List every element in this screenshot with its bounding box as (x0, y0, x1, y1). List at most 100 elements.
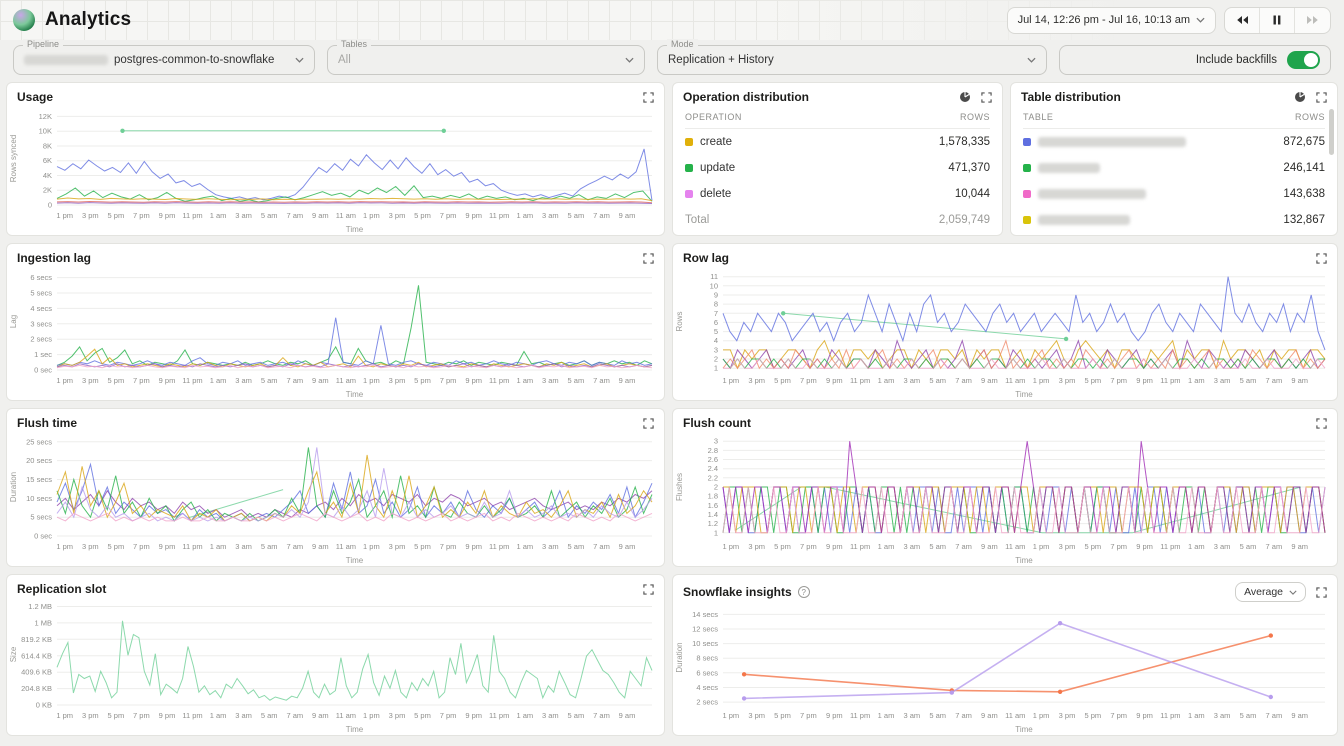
svg-text:3 am: 3 am (235, 211, 252, 220)
expand-icon[interactable] (1316, 92, 1327, 103)
column-header: TABLE (1023, 112, 1053, 122)
svg-text:11 pm: 11 pm (1160, 542, 1180, 551)
svg-text:3 pm: 3 pm (748, 542, 765, 551)
svg-text:7 am: 7 am (593, 376, 610, 385)
row-lag-panel: Row lag 12345678910111 pm3 pm5 pm7 pm9 p… (672, 243, 1338, 401)
svg-text:9 am: 9 am (1291, 542, 1308, 551)
series-color-swatch (685, 164, 693, 172)
svg-text:7 pm: 7 pm (133, 211, 150, 220)
svg-text:5 am: 5 am (568, 376, 585, 385)
expand-icon[interactable] (643, 92, 654, 103)
rewind-button[interactable] (1225, 8, 1260, 33)
svg-text:9 pm: 9 pm (465, 542, 482, 551)
replication-slot-chart: 0 KB204.8 KB409.6 KB614.4 KB819.2 KB1 MB… (7, 597, 664, 735)
redacted-table-name (1038, 163, 1100, 173)
svg-text:3 pm: 3 pm (389, 376, 406, 385)
svg-text:11 am: 11 am (336, 211, 356, 220)
svg-text:9 am: 9 am (619, 711, 636, 720)
svg-text:1 am: 1 am (878, 376, 895, 385)
svg-text:2K: 2K (43, 186, 52, 195)
include-backfills-toggle[interactable] (1287, 51, 1320, 69)
svg-text:9 pm: 9 pm (465, 711, 482, 720)
svg-text:11 pm: 11 pm (489, 211, 509, 220)
svg-text:9 am: 9 am (619, 542, 636, 551)
help-icon[interactable]: ? (798, 586, 810, 598)
svg-text:3 am: 3 am (1214, 542, 1231, 551)
svg-text:25 secs: 25 secs (26, 437, 52, 446)
svg-text:7 am: 7 am (286, 542, 303, 551)
aggregate-select[interactable]: Average (1235, 582, 1306, 602)
svg-text:11 pm: 11 pm (850, 376, 870, 385)
svg-text:1.2: 1.2 (708, 519, 718, 528)
expand-icon[interactable] (1316, 418, 1327, 429)
svg-text:7 pm: 7 pm (1110, 711, 1127, 720)
date-range-picker[interactable]: Jul 14, 12:26 pm - Jul 16, 10:13 am (1007, 7, 1216, 34)
mode-select[interactable]: Mode Replication + History (657, 45, 1047, 75)
svg-text:Rows: Rows (675, 311, 684, 331)
svg-text:1 pm: 1 pm (1033, 542, 1050, 551)
table-row: update471,370 (685, 155, 990, 181)
expand-icon[interactable] (643, 584, 654, 595)
svg-text:11 am: 11 am (1005, 542, 1025, 551)
svg-text:3 am: 3 am (235, 376, 252, 385)
svg-text:1 am: 1 am (210, 711, 227, 720)
svg-text:9 am: 9 am (981, 711, 998, 720)
ingestion-lag-chart: 0 sec1 sec2 secs3 secs4 secs5 secs6 secs… (7, 266, 664, 400)
svg-text:409.6 KB: 409.6 KB (21, 668, 52, 677)
svg-text:0 KB: 0 KB (36, 701, 52, 710)
svg-text:9 am: 9 am (312, 211, 329, 220)
svg-text:9 pm: 9 pm (159, 711, 176, 720)
svg-text:11 am: 11 am (1005, 711, 1025, 720)
pause-button[interactable] (1260, 8, 1295, 33)
operation-distribution-table: OPERATION ROWS create1,578,335update471,… (673, 105, 1002, 235)
svg-text:11 am: 11 am (336, 711, 356, 720)
svg-text:7 pm: 7 pm (440, 211, 457, 220)
svg-text:1 pm: 1 pm (722, 542, 739, 551)
svg-text:3 am: 3 am (542, 376, 559, 385)
column-header: ROWS (1295, 112, 1325, 122)
total-value: 2,059,749 (939, 214, 990, 226)
svg-text:11 pm: 11 pm (1160, 711, 1180, 720)
svg-text:9 pm: 9 pm (826, 711, 843, 720)
series-color-swatch (1023, 164, 1031, 172)
svg-text:1 am: 1 am (1188, 376, 1205, 385)
svg-text:7 am: 7 am (593, 711, 610, 720)
svg-text:0 sec: 0 sec (34, 366, 52, 375)
svg-text:5 am: 5 am (568, 211, 585, 220)
panel-title: Flush count (683, 416, 751, 430)
svg-text:15 secs: 15 secs (26, 475, 52, 484)
svg-text:3 pm: 3 pm (748, 711, 765, 720)
svg-text:11 pm: 11 pm (850, 711, 870, 720)
svg-text:7 am: 7 am (593, 211, 610, 220)
pie-chart-icon[interactable] (959, 91, 971, 103)
row-value: 872,675 (1283, 136, 1325, 148)
expand-icon[interactable] (981, 92, 992, 103)
row-value: 246,141 (1283, 162, 1325, 174)
expand-icon[interactable] (643, 253, 654, 264)
table-row: 84,567 (1023, 233, 1325, 235)
fast-forward-button[interactable] (1295, 8, 1330, 33)
scrollbar-thumb[interactable] (1329, 109, 1334, 155)
tables-select[interactable]: Tables All (327, 45, 645, 75)
rewind-icon (1236, 15, 1249, 25)
chevron-down-icon (1196, 17, 1205, 23)
svg-text:5 am: 5 am (1240, 542, 1257, 551)
svg-text:7 pm: 7 pm (133, 542, 150, 551)
svg-text:1 pm: 1 pm (56, 211, 73, 220)
svg-text:7 am: 7 am (593, 542, 610, 551)
svg-text:Lag: Lag (9, 315, 18, 328)
expand-icon[interactable] (1316, 587, 1327, 598)
svg-text:4 secs: 4 secs (696, 683, 718, 692)
pie-chart-icon[interactable] (1294, 91, 1306, 103)
svg-text:9 pm: 9 pm (1136, 711, 1153, 720)
toggle-knob (1304, 53, 1318, 67)
svg-text:7 pm: 7 pm (440, 376, 457, 385)
pipeline-select[interactable]: Pipeline postgres-common-to-snowflake (13, 45, 315, 75)
expand-icon[interactable] (1316, 253, 1327, 264)
svg-text:4: 4 (714, 336, 718, 345)
svg-text:5 pm: 5 pm (774, 711, 791, 720)
expand-icon[interactable] (643, 418, 654, 429)
pipeline-value: postgres-common-to-snowflake (114, 54, 274, 66)
chevron-down-icon (295, 57, 304, 63)
table-row: 246,141 (1023, 155, 1325, 181)
